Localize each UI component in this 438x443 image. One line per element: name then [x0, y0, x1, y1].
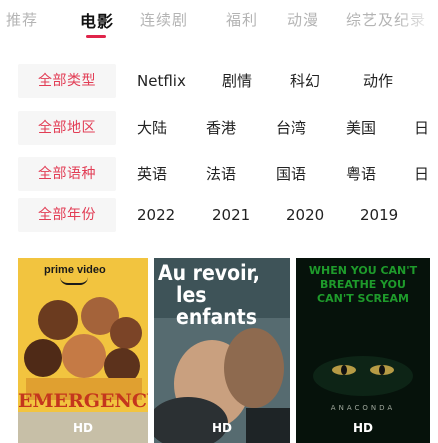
filter-option-scifi[interactable]: 科幻	[290, 64, 320, 98]
filter-option-japanese[interactable]: 日	[414, 157, 429, 191]
tab-welfare[interactable]: 福利	[226, 9, 258, 30]
hd-badge: HD	[211, 421, 232, 435]
poster-title-line1: Au revoir,	[158, 261, 260, 285]
poster-title: ANACONDA	[330, 404, 396, 412]
hd-badge: HD	[72, 421, 93, 435]
filter-option-2020[interactable]: 2020	[286, 198, 324, 232]
filter-option-netflix[interactable]: Netflix	[137, 64, 186, 98]
filter-option-english[interactable]: 英语	[137, 157, 167, 191]
filter-option-2021[interactable]: 2021	[212, 198, 250, 232]
filter-option-action[interactable]: 动作	[363, 64, 393, 98]
poster-title: Au revoir, les enfants	[158, 262, 290, 328]
filter-option-french[interactable]: 法语	[206, 157, 236, 191]
tab-recommend[interactable]: 推荐	[6, 9, 38, 30]
prime-smile-icon	[60, 277, 88, 285]
active-tab-indicator	[86, 35, 106, 38]
filter-option-usa[interactable]: 美国	[346, 111, 376, 145]
hd-badge: HD	[352, 421, 373, 435]
filter-option-mainland[interactable]: 大陆	[137, 111, 167, 145]
filter-all-types[interactable]: 全部类型	[18, 64, 116, 98]
filter-all-regions[interactable]: 全部地区	[18, 111, 116, 145]
filter-option-mandarin[interactable]: 国语	[276, 157, 306, 191]
tab-movies[interactable]: 电影	[80, 8, 114, 32]
filter-option-drama[interactable]: 剧情	[222, 64, 252, 98]
category-tabs: 推荐 电影 连续剧 福利 动漫 综艺及纪录	[0, 0, 438, 46]
filter-option-2022[interactable]: 2022	[137, 198, 175, 232]
tab-series[interactable]: 连续剧	[140, 9, 188, 30]
filter-option-taiwan[interactable]: 台湾	[276, 111, 306, 145]
filter-option-hongkong[interactable]: 香港	[206, 111, 236, 145]
filter-row-year: 全部年份 2022 2021 2020 2019	[0, 198, 438, 232]
movie-card-emergency[interactable]: prime video EMERGENCY HD	[18, 258, 148, 443]
movie-card-anaconda[interactable]: WHEN YOU CAN'T BREATHE YOU CAN'T SCREAM …	[296, 258, 430, 443]
movie-card-au-revoir[interactable]: Au revoir, les enfants HD	[154, 258, 290, 443]
filter-option-2019[interactable]: 2019	[360, 198, 398, 232]
filter-row-region: 全部地区 大陆 香港 台湾 美国 日	[0, 111, 438, 145]
filter-row-language: 全部语种 英语 法语 国语 粤语 日	[0, 157, 438, 191]
tabs-fade	[398, 0, 438, 40]
poster-tagline: WHEN YOU CAN'T BREATHE YOU CAN'T SCREAM	[308, 264, 418, 305]
poster-title-line2: les enfants	[176, 283, 257, 329]
filter-option-japan[interactable]: 日	[414, 111, 429, 145]
tab-anime[interactable]: 动漫	[287, 9, 319, 30]
filter-row-type: 全部类型 Netflix 剧情 科幻 动作	[0, 64, 438, 98]
filter-option-cantonese[interactable]: 粤语	[346, 157, 376, 191]
filter-all-languages[interactable]: 全部语种	[18, 157, 116, 191]
filter-all-years[interactable]: 全部年份	[18, 198, 116, 232]
prime-video-logo: prime video	[44, 264, 106, 276]
poster-title: EMERGENCY	[18, 390, 148, 412]
poster-art	[18, 258, 148, 443]
